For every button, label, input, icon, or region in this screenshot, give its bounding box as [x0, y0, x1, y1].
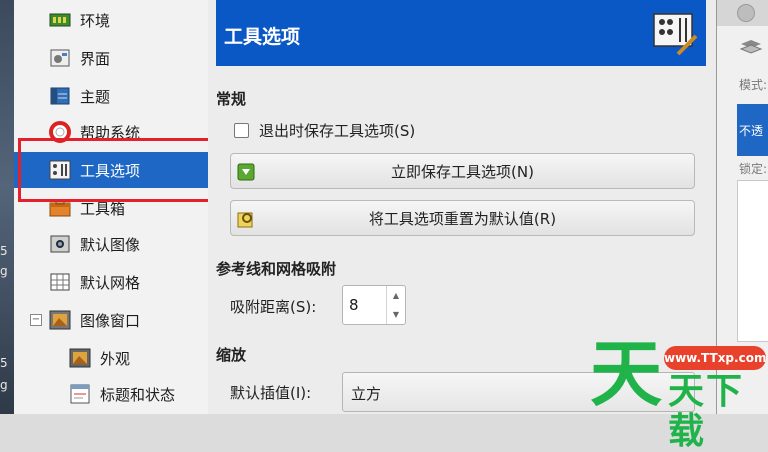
watermark-logo-big: 天 [590, 332, 663, 416]
sidebar-item-environment[interactable]: 环境 [14, 2, 208, 38]
spinner-arrows[interactable]: ▲ ▼ [386, 286, 405, 324]
layer-icon [739, 38, 763, 60]
desktop-text: 5 [0, 356, 8, 370]
save-on-exit-row[interactable]: 退出时保存工具选项(S) [234, 120, 415, 141]
lock-label: 锁定: [739, 162, 768, 176]
desktop-text: g [0, 378, 8, 392]
save-on-exit-checkbox[interactable] [234, 123, 249, 138]
sidebar-item-title-status[interactable]: 标题和状态 [14, 376, 208, 412]
section-general-title: 常规 [216, 90, 247, 108]
snap-distance-label: 吸附距离(S): [230, 298, 317, 316]
sidebar-item-label: 外观 [100, 349, 131, 368]
sidebar-item-label: 主题 [80, 87, 111, 106]
environment-icon [48, 9, 72, 31]
sidebar-item-appearance[interactable]: 外观 [14, 340, 208, 376]
spin-down-icon[interactable]: ▼ [393, 310, 399, 319]
watermark-url: www.TTxp.com [664, 346, 766, 370]
sidebar-item-label: 图像窗口 [80, 311, 141, 330]
reset-icon [237, 210, 255, 228]
opacity-row[interactable]: 不透 [737, 104, 768, 156]
desktop-text: g [0, 264, 8, 278]
default-grid-icon [48, 271, 72, 293]
section-scaling-title: 缩放 [216, 346, 247, 364]
image-window-icon [48, 309, 72, 331]
watermark-logo-text: 天下载 [668, 371, 745, 452]
close-icon[interactable] [737, 4, 755, 22]
spin-up-icon[interactable]: ▲ [393, 291, 399, 300]
preferences-sidebar: 环境 界面 主题 帮助系统 工具选项 工具箱 默认图像 默认网格 − 图像窗口 … [14, 0, 209, 414]
sidebar-item-default-grid[interactable]: 默认网格 [14, 264, 208, 300]
panel-header: 工具选项 [216, 0, 706, 66]
tool-options-large-icon [652, 10, 698, 56]
interpolation-label: 默认插值(I): [230, 384, 312, 402]
save-on-exit-label: 退出时保存工具选项(S) [259, 122, 416, 140]
theme-icon [48, 85, 72, 107]
reset-defaults-button[interactable]: 将工具选项重置为默认值(R) [230, 200, 695, 236]
appearance-icon [68, 347, 92, 369]
sidebar-item-label: 标题和状态 [100, 385, 176, 404]
highlight-annotation [18, 138, 218, 202]
save-icon [237, 163, 255, 181]
page-title: 工具选项 [224, 26, 301, 48]
desktop-text: 5 [0, 244, 8, 258]
sidebar-item-image-window[interactable]: 图像窗口 [14, 302, 208, 338]
layers-list [737, 180, 768, 342]
default-image-icon [48, 233, 72, 255]
save-now-label: 立即保存工具选项(N) [391, 162, 534, 181]
title-status-icon [68, 383, 92, 405]
sidebar-item-label: 界面 [80, 49, 111, 68]
mode-label: 模式: [739, 78, 768, 92]
sidebar-item-label: 默认图像 [80, 235, 141, 254]
section-snapping-title: 参考线和网格吸附 [216, 260, 337, 278]
save-now-button[interactable]: 立即保存工具选项(N) [230, 153, 695, 189]
sidebar-item-label: 默认网格 [80, 273, 141, 292]
snap-distance-value[interactable]: 8 [349, 296, 359, 314]
desktop-edge: 5 g 5 g [0, 0, 14, 414]
interface-icon [48, 47, 72, 69]
sidebar-item-theme[interactable]: 主题 [14, 78, 208, 114]
snap-distance-spinner[interactable]: 8 ▲ ▼ [342, 285, 406, 325]
sidebar-item-interface[interactable]: 界面 [14, 40, 208, 76]
sidebar-item-label: 环境 [80, 11, 111, 30]
reset-defaults-label: 将工具选项重置为默认值(R) [368, 209, 557, 228]
sidebar-item-default-image[interactable]: 默认图像 [14, 226, 208, 262]
